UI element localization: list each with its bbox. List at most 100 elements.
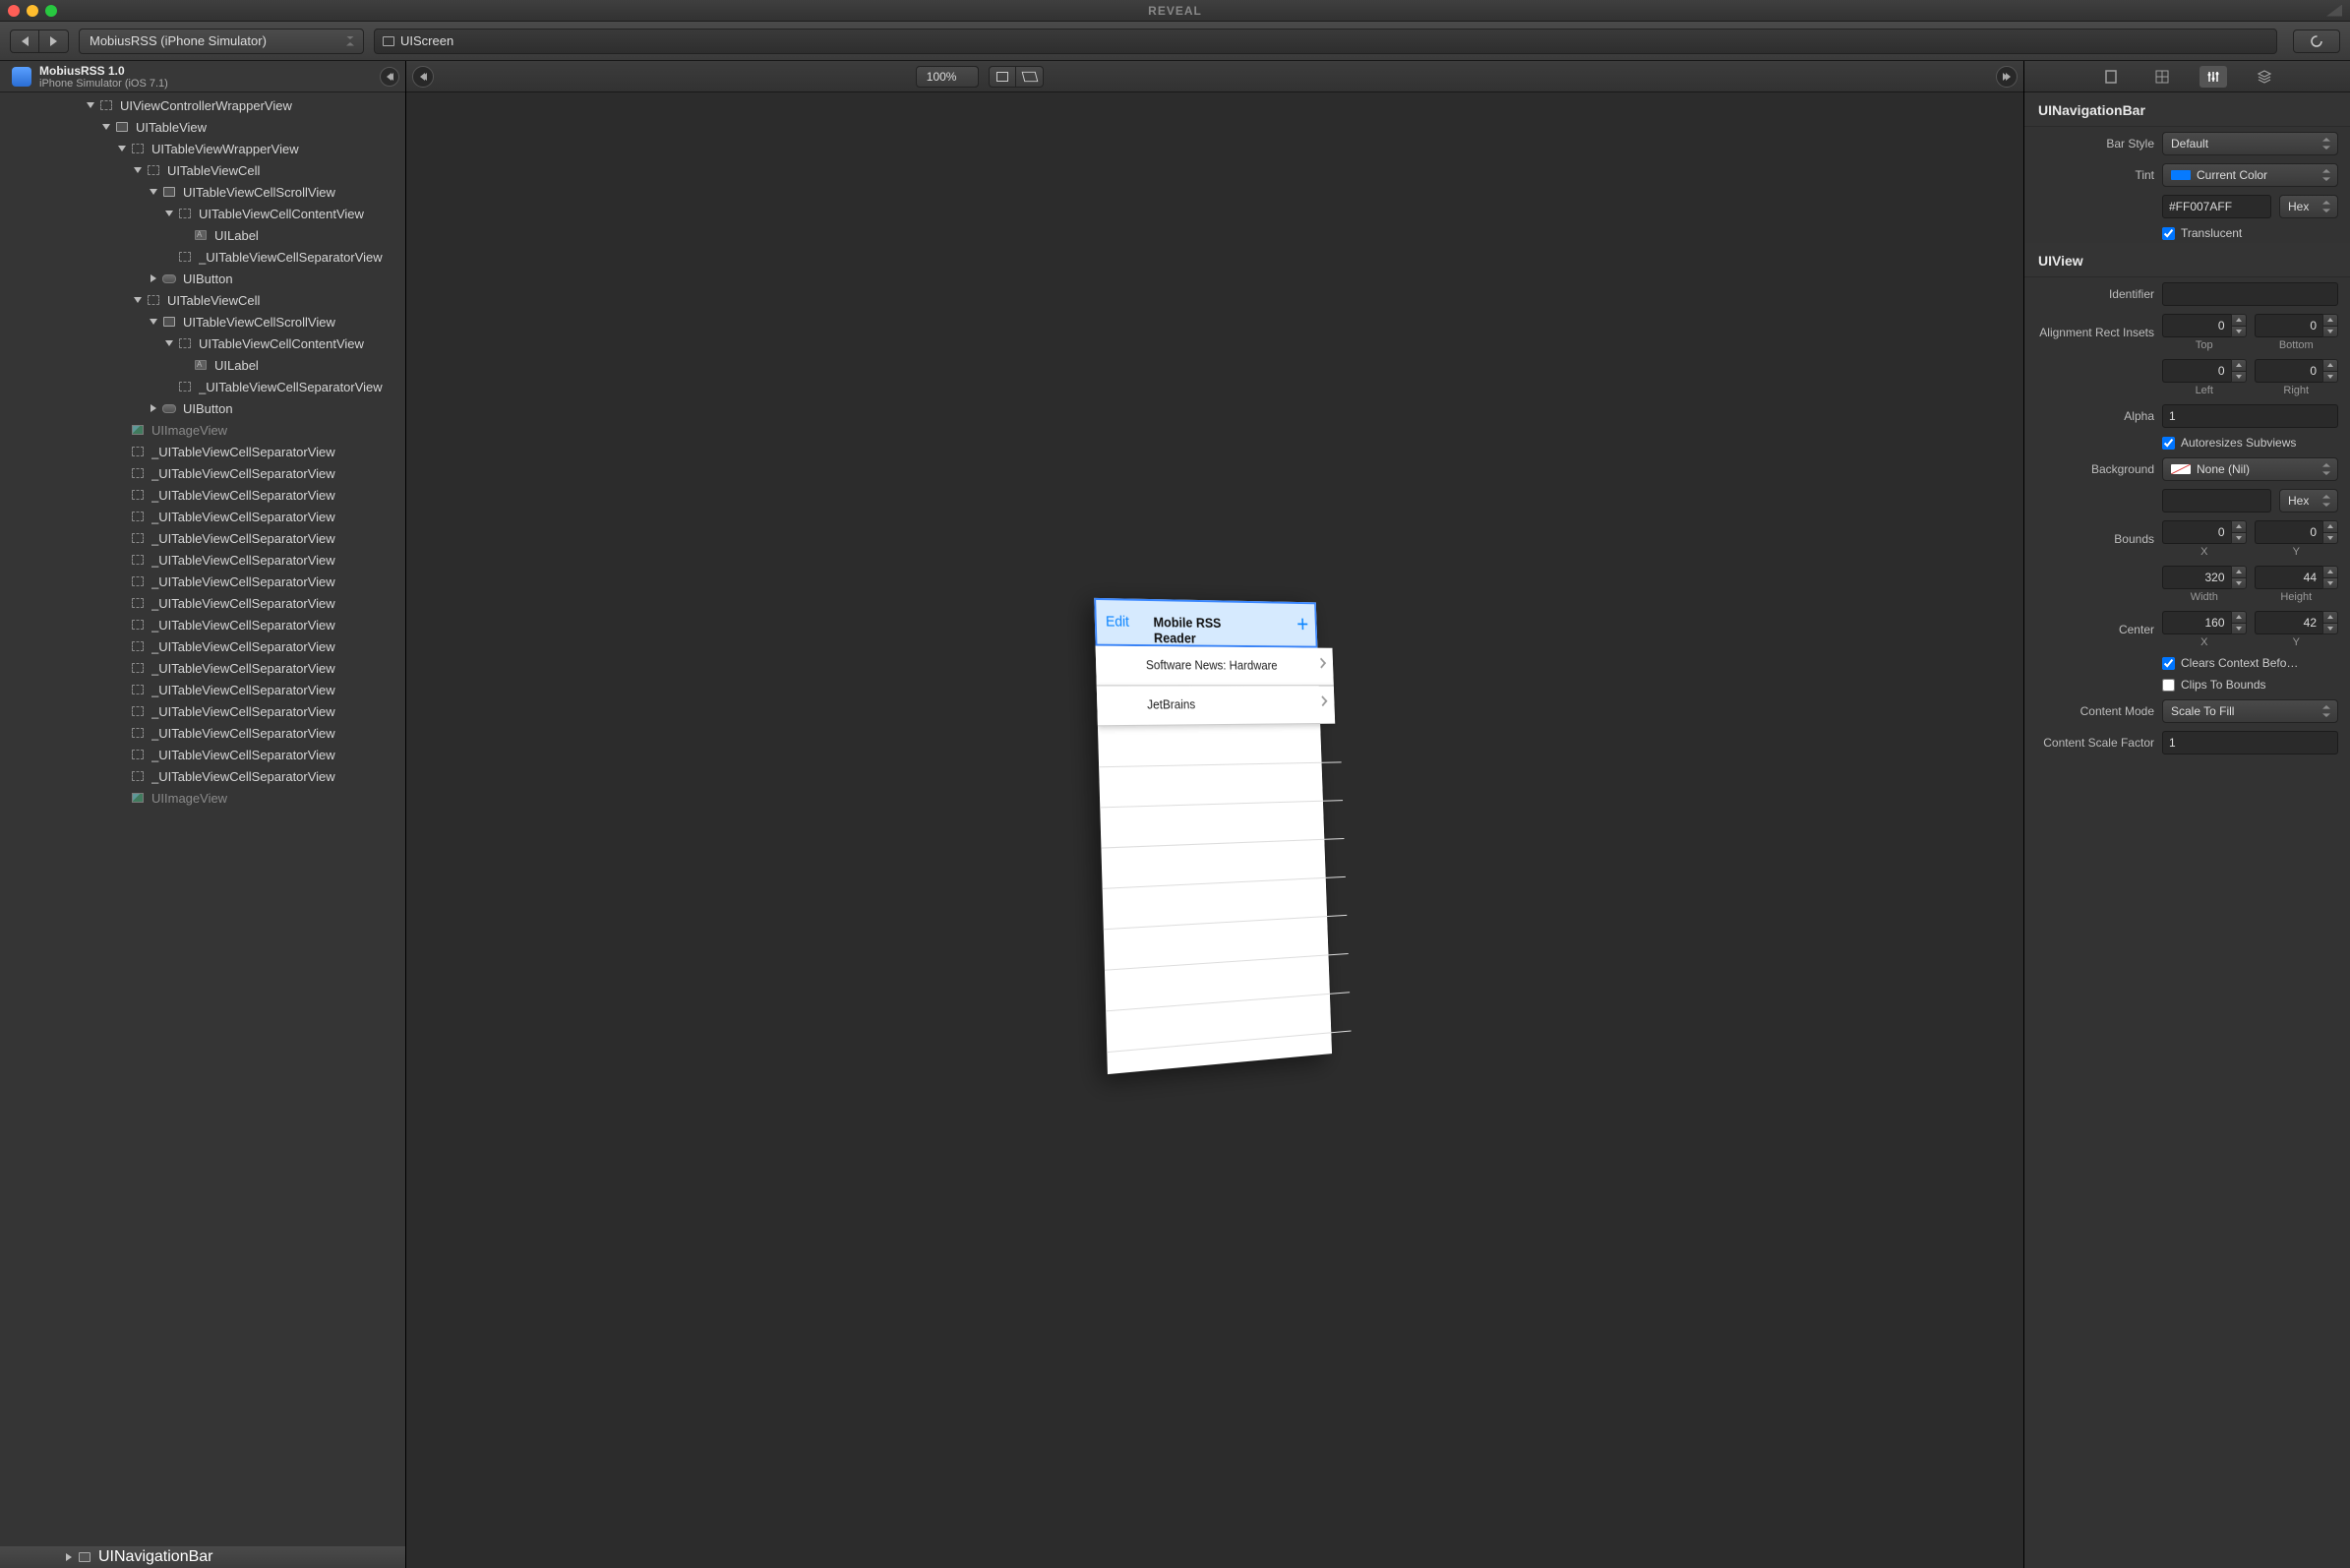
tab-identity[interactable] bbox=[2097, 66, 2125, 88]
tree-row[interactable]: _UITableViewCellSeparatorView bbox=[0, 635, 405, 657]
close-window-button[interactable] bbox=[8, 5, 20, 17]
tree-row[interactable]: UIButton bbox=[0, 397, 405, 419]
refresh-button[interactable] bbox=[2293, 30, 2340, 53]
tree-row[interactable]: UILabel bbox=[0, 354, 405, 376]
tree-row[interactable]: _UITableViewCellSeparatorView bbox=[0, 441, 405, 462]
tree-label: UIViewControllerWrapperView bbox=[120, 98, 292, 113]
zoom-dropdown[interactable]: 100% bbox=[916, 66, 980, 88]
inset-left-stepper[interactable]: 0 bbox=[2162, 359, 2247, 383]
box-icon bbox=[132, 468, 144, 478]
tree-row[interactable]: UITableViewCellScrollView bbox=[0, 181, 405, 203]
center-y-stepper[interactable]: 42 bbox=[2255, 611, 2339, 634]
minimize-window-button[interactable] bbox=[27, 5, 38, 17]
view-mode-2d-button[interactable] bbox=[989, 66, 1016, 88]
tree-row[interactable]: UITableViewCell bbox=[0, 289, 405, 311]
zoom-window-button[interactable] bbox=[45, 5, 57, 17]
tree-row[interactable]: UITableViewWrapperView bbox=[0, 138, 405, 159]
tree-row[interactable]: UITableViewCellContentView bbox=[0, 332, 405, 354]
bounds-h-stepper[interactable]: 44 bbox=[2255, 566, 2339, 589]
tree-row[interactable]: UITableViewCell bbox=[0, 159, 405, 181]
canvas-3d-area[interactable]: Edit Mobile RSS Reader + Software News: … bbox=[406, 92, 2023, 1568]
bg-format-select[interactable]: Hex bbox=[2279, 489, 2338, 513]
grid-icon bbox=[2154, 69, 2170, 85]
tree-row[interactable]: _UITableViewCellSeparatorView bbox=[0, 722, 405, 744]
inset-right-stepper[interactable]: 0 bbox=[2255, 359, 2339, 383]
img-icon bbox=[132, 793, 144, 803]
bounds-x-stepper[interactable]: 0 bbox=[2162, 520, 2247, 544]
img-icon bbox=[132, 425, 144, 435]
box-icon bbox=[132, 750, 144, 759]
tree-row[interactable]: _UITableViewCellSeparatorView bbox=[0, 614, 405, 635]
tree-label: _UITableViewCellSeparatorView bbox=[151, 596, 335, 611]
tree-row[interactable]: UITableView bbox=[0, 116, 405, 138]
clears-context-checkbox[interactable]: Clears Context Befo… bbox=[2162, 656, 2338, 670]
tree-label: _UITableViewCellSeparatorView bbox=[151, 683, 335, 697]
tree-row[interactable]: _UITableViewCellSeparatorView bbox=[0, 246, 405, 268]
nav-edit-button: Edit bbox=[1105, 613, 1128, 631]
bg-hex-input[interactable] bbox=[2162, 489, 2271, 513]
clips-bounds-checkbox[interactable]: Clips To Bounds bbox=[2162, 678, 2338, 692]
inset-bottom-stepper[interactable]: 0 bbox=[2255, 314, 2339, 337]
section-uiview: UIView bbox=[2024, 243, 2350, 277]
tree-row[interactable]: UITableViewCellContentView bbox=[0, 203, 405, 224]
tint-format-select[interactable]: Hex bbox=[2279, 195, 2338, 218]
identifier-input[interactable] bbox=[2162, 282, 2338, 306]
tree-row[interactable]: UIImageView bbox=[0, 419, 405, 441]
tree-row[interactable]: UIButton bbox=[0, 268, 405, 289]
tint-hex-input[interactable]: #FF007AFF bbox=[2162, 195, 2271, 218]
inspector-tabs bbox=[2024, 61, 2350, 92]
tab-layers[interactable] bbox=[2251, 66, 2278, 88]
view-mode-3d-button[interactable] bbox=[1016, 66, 1044, 88]
tree-row[interactable]: _UITableViewCellSeparatorView bbox=[0, 527, 405, 549]
tree-row-selected[interactable]: UINavigationBar bbox=[0, 1546, 405, 1568]
process-dropdown[interactable]: MobiusRSS (iPhone Simulator) bbox=[79, 29, 364, 54]
tree-row[interactable]: _UITableViewCellSeparatorView bbox=[0, 506, 405, 527]
inset-top-stepper[interactable]: 0 bbox=[2162, 314, 2247, 337]
forward-button[interactable] bbox=[39, 30, 69, 53]
center-x-stepper[interactable]: 160 bbox=[2162, 611, 2247, 634]
tree-row[interactable]: UILabel bbox=[0, 224, 405, 246]
tab-attributes[interactable] bbox=[2199, 66, 2227, 88]
tree-row[interactable]: _UITableViewCellSeparatorView bbox=[0, 462, 405, 484]
tree-row[interactable]: UIViewControllerWrapperView bbox=[0, 94, 405, 116]
expand-right-button[interactable] bbox=[1996, 66, 2018, 88]
solid-icon bbox=[163, 317, 175, 327]
tree-row[interactable]: _UITableViewCellSeparatorView bbox=[0, 657, 405, 679]
canvas-toolbar: 100% bbox=[406, 61, 2023, 92]
bar-style-select[interactable]: Default bbox=[2162, 132, 2338, 155]
content-mode-select[interactable]: Scale To Fill bbox=[2162, 699, 2338, 723]
tree-row[interactable]: _UITableViewCellSeparatorView bbox=[0, 376, 405, 397]
content-scale-input[interactable]: 1 bbox=[2162, 731, 2338, 754]
tree-row[interactable]: _UITableViewCellSeparatorView bbox=[0, 679, 405, 700]
tree-row[interactable]: _UITableViewCellSeparatorView bbox=[0, 571, 405, 592]
process-label: MobiusRSS (iPhone Simulator) bbox=[90, 33, 267, 48]
box-icon bbox=[132, 685, 144, 694]
tree-row[interactable]: _UITableViewCellSeparatorView bbox=[0, 549, 405, 571]
tree-row[interactable]: UIImageView bbox=[0, 787, 405, 809]
collapse-pane-button[interactable] bbox=[380, 67, 399, 87]
tree-row[interactable]: _UITableViewCellSeparatorView bbox=[0, 765, 405, 787]
tree-row[interactable]: _UITableViewCellSeparatorView bbox=[0, 592, 405, 614]
bounds-w-stepper[interactable]: 320 bbox=[2162, 566, 2247, 589]
breadcrumb-field[interactable]: UIScreen bbox=[374, 29, 2277, 54]
tree-label: UIImageView bbox=[151, 423, 227, 438]
disclosure-open-icon bbox=[150, 319, 157, 325]
translucent-checkbox[interactable]: Translucent bbox=[2162, 226, 2338, 240]
alpha-input[interactable]: 1 bbox=[2162, 404, 2338, 428]
tree-row[interactable]: _UITableViewCellSeparatorView bbox=[0, 744, 405, 765]
bounds-y-stepper[interactable]: 0 bbox=[2255, 520, 2339, 544]
main-toolbar: MobiusRSS (iPhone Simulator) UIScreen bbox=[0, 22, 2350, 61]
tint-color-select[interactable]: Current Color bbox=[2162, 163, 2338, 187]
file-icon bbox=[2103, 69, 2119, 85]
tree-label: UILabel bbox=[214, 228, 259, 243]
box-icon bbox=[132, 706, 144, 716]
tree-row[interactable]: _UITableViewCellSeparatorView bbox=[0, 484, 405, 506]
back-button[interactable] bbox=[10, 30, 39, 53]
view-hierarchy-tree[interactable]: UIViewControllerWrapperViewUITableViewUI… bbox=[0, 92, 405, 1546]
expand-left-button[interactable] bbox=[412, 66, 434, 88]
background-color-select[interactable]: None (Nil) bbox=[2162, 457, 2338, 481]
tree-row[interactable]: UITableViewCellScrollView bbox=[0, 311, 405, 332]
tree-row[interactable]: _UITableViewCellSeparatorView bbox=[0, 700, 405, 722]
tab-layout[interactable] bbox=[2148, 66, 2176, 88]
autoresize-checkbox[interactable]: Autoresizes Subviews bbox=[2162, 436, 2338, 450]
